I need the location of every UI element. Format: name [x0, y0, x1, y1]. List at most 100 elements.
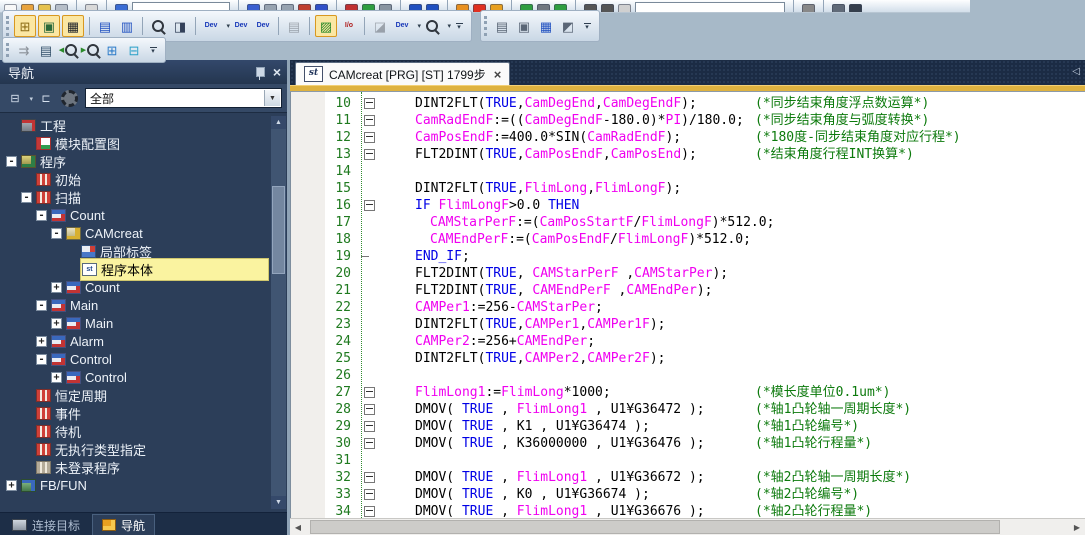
find-next-icon[interactable]: ▶ — [80, 40, 100, 60]
statement-list-icon[interactable]: ▤ — [95, 16, 115, 36]
tree-item-[interactable]: st程序本体 — [0, 260, 287, 278]
code-text[interactable]: CAMPer1:=256-CAMStarPer; — [379, 299, 1085, 316]
code-line[interactable]: 31 — [291, 452, 1085, 469]
zoom-level-combo[interactable] — [635, 2, 785, 12]
code-text[interactable]: FLT2DINT(TRUE, CAMStarPerF ,CAMStarPer); — [379, 265, 1085, 282]
tree-item-[interactable]: -扫描 — [0, 188, 287, 206]
comment-edit-icon[interactable]: ▨ — [315, 15, 337, 37]
editor-horizontal-scrollbar[interactable]: ◀ ▶ — [290, 518, 1085, 535]
code-text[interactable] — [379, 452, 1085, 469]
fold-collapse-icon[interactable] — [364, 438, 375, 449]
code-line[interactable]: 19END_IF; — [291, 248, 1085, 265]
fold-collapse-icon[interactable] — [364, 149, 375, 160]
code-line[interactable]: 30DMOV( TRUE , K36000000 , U1¥G36476 );(… — [291, 435, 1085, 452]
connection-destination-tab[interactable]: 连接目标 — [3, 515, 89, 535]
fold-collapse-icon[interactable] — [364, 472, 375, 483]
code-line[interactable]: 20FLT2DINT(TRUE, CAMStarPerF ,CAMStarPer… — [291, 265, 1085, 282]
close-panel-icon[interactable]: × — [273, 65, 281, 79]
code-line[interactable]: 32DMOV( TRUE , FlimLong1 , U1¥G36672 );(… — [291, 469, 1085, 486]
convert-icon[interactable]: ⇉ — [14, 40, 34, 60]
insert-line-statement-icon[interactable]: ⊞ — [102, 40, 122, 60]
find-binoculars-icon[interactable] — [148, 16, 168, 36]
fold-collapse-icon[interactable] — [364, 200, 375, 211]
code-text[interactable]: DMOV( TRUE , K1 , U1¥G36474 );(*轴1凸轮编号*) — [379, 418, 1085, 435]
expand-expander-icon[interactable]: + — [51, 372, 62, 383]
tree-item-control[interactable]: +Control — [0, 368, 287, 386]
code-line[interactable]: 21FLT2DINT(TRUE, CAMEndPerF ,CAMEndPer); — [291, 282, 1085, 299]
code-text[interactable]: CamRadEndF:=((CamDegEndF-180.0)*PI)/180.… — [379, 112, 1085, 129]
io-check-icon[interactable]: I/o — [339, 16, 359, 36]
all-list-icon[interactable]: ▦ — [536, 16, 556, 36]
code-line[interactable]: 26 — [291, 367, 1085, 384]
tree-item-count[interactable]: +Count — [0, 278, 287, 296]
code-text[interactable]: IF FlimLongF>0.0 THEN — [379, 197, 1085, 214]
code-text[interactable]: DMOV( TRUE , K0 , U1¥G36674 );(*轴2凸轮编号*) — [379, 486, 1085, 503]
code-line[interactable]: 16IF FlimLongF>0.0 THEN — [291, 197, 1085, 214]
code-line[interactable]: 23DINT2FLT(TRUE,CAMPer1,CAMPer1F); — [291, 316, 1085, 333]
tree-item-[interactable]: 初始 — [0, 170, 287, 188]
collapse-expander-icon[interactable]: - — [36, 300, 47, 311]
collapse-expander-icon[interactable]: - — [51, 228, 62, 239]
tree-item-[interactable]: 事件 — [0, 404, 287, 422]
expand-expander-icon[interactable]: + — [6, 480, 17, 491]
expand-expander-icon[interactable]: + — [36, 336, 47, 347]
tree-item-[interactable]: 未登录程序 — [0, 458, 287, 476]
fold-collapse-icon[interactable] — [364, 421, 375, 432]
tree-display-option-icon[interactable]: ⊟ — [5, 88, 25, 108]
code-line[interactable]: 27FlimLong1:=FlimLong*1000;(*模长度单位0.1um*… — [291, 384, 1085, 401]
fold-collapse-icon[interactable] — [364, 506, 375, 517]
collapse-expander-icon[interactable]: - — [6, 156, 17, 167]
code-text[interactable]: CAMEndPerF:=(CamPosEndF/FlimLongF)*512.0… — [379, 231, 1085, 248]
tree-item-[interactable]: 无执行类型指定 — [0, 440, 287, 458]
device-monitor-eye-icon[interactable]: Dev — [392, 16, 412, 36]
page-icon[interactable] — [618, 4, 631, 12]
expand-expander-icon[interactable]: + — [51, 318, 62, 329]
scroll-left-icon[interactable]: ◀ — [290, 519, 306, 535]
code-line[interactable]: 12CamPosEndF:=400.0*SIN(CamRadEndF);(*18… — [291, 129, 1085, 146]
eraser-icon[interactable]: ◪ — [370, 16, 390, 36]
h-scrollbar-thumb[interactable] — [310, 520, 1000, 534]
program-check-icon[interactable]: ▤ — [36, 40, 56, 60]
device-batch-icon[interactable]: Dev — [253, 16, 273, 36]
zoom-dialog-icon[interactable]: ▣ — [514, 16, 534, 36]
code-line[interactable]: 18CAMEndPerF:=(CamPosEndF/FlimLongF)*512… — [291, 231, 1085, 248]
tree-item-fbfun[interactable]: +FB/FUN — [0, 476, 287, 494]
display-monitor-window-icon[interactable]: ▣ — [38, 15, 60, 37]
monitor-find-icon[interactable] — [422, 16, 442, 36]
settings-gear-icon[interactable] — [59, 88, 79, 108]
toolbar-overflow-button[interactable]: ▾ — [453, 17, 465, 35]
fold-collapse-icon[interactable] — [364, 115, 375, 126]
toolbar-overflow-button[interactable]: ▾ — [581, 17, 593, 35]
tree-item-[interactable]: 恒定周期 — [0, 386, 287, 404]
tree-item-main[interactable]: +Main — [0, 314, 287, 332]
statement-insert-icon[interactable]: ▥ — [117, 16, 137, 36]
fold-collapse-icon[interactable] — [364, 387, 375, 398]
code-line[interactable]: 25DINT2FLT(TRUE,CAMPer2,CAMPer2F); — [291, 350, 1085, 367]
tree-scrollbar[interactable]: ▲ ▼ — [271, 116, 286, 509]
cross-reference-icon[interactable]: ▤ — [284, 16, 304, 36]
code-text[interactable]: CAMPer2:=256+CAMEndPer; — [379, 333, 1085, 350]
code-text[interactable]: DINT2FLT(TRUE,CAMPer1,CAMPer1F); — [379, 316, 1085, 333]
st-code-editor[interactable]: 10DINT2FLT(TRUE,CamDegEnd,CamDegEndF);(*… — [290, 92, 1085, 518]
window-arrange-icon[interactable] — [832, 4, 845, 12]
code-line[interactable]: 15DINT2FLT(TRUE,FlimLong,FlimLongF); — [291, 180, 1085, 197]
code-line[interactable]: 24CAMPer2:=256+CAMEndPer; — [291, 333, 1085, 350]
scroll-right-icon[interactable]: ▶ — [1069, 519, 1085, 535]
code-text[interactable]: CAMStarPerF:=(CamPosStartF/FlimLongF)*51… — [379, 214, 1085, 231]
code-text[interactable]: DMOV( TRUE , FlimLong1 , U1¥G36672 );(*轴… — [379, 469, 1085, 486]
code-line[interactable]: 28DMOV( TRUE , FlimLong1 , U1¥G36472 );(… — [291, 401, 1085, 418]
expand-expander-icon[interactable]: + — [51, 282, 62, 293]
code-text[interactable]: DINT2FLT(TRUE,FlimLong,FlimLongF); — [379, 180, 1085, 197]
fold-collapse-icon[interactable] — [364, 98, 375, 109]
tree-scrollbar-thumb[interactable] — [272, 186, 285, 274]
code-line[interactable]: 34DMOV( TRUE , FlimLong1 , U1¥G36676 );(… — [291, 503, 1085, 518]
document-tab-camcreat[interactable]: st CAMcreat [PRG] [ST] 1799步 × — [295, 62, 510, 85]
pin-icon[interactable] — [256, 67, 265, 77]
tab-close-icon[interactable]: × — [494, 67, 502, 82]
code-text[interactable]: END_IF; — [379, 248, 1085, 265]
code-text[interactable] — [379, 367, 1085, 384]
code-line[interactable]: 17CAMStarPerF:=(CamPosStartF/FlimLongF)*… — [291, 214, 1085, 231]
collapse-all-icon[interactable]: ⊏ — [36, 88, 56, 108]
display-navigation-icon[interactable]: ⊞ — [14, 15, 36, 37]
scroll-up-icon[interactable]: ▲ — [271, 116, 286, 129]
